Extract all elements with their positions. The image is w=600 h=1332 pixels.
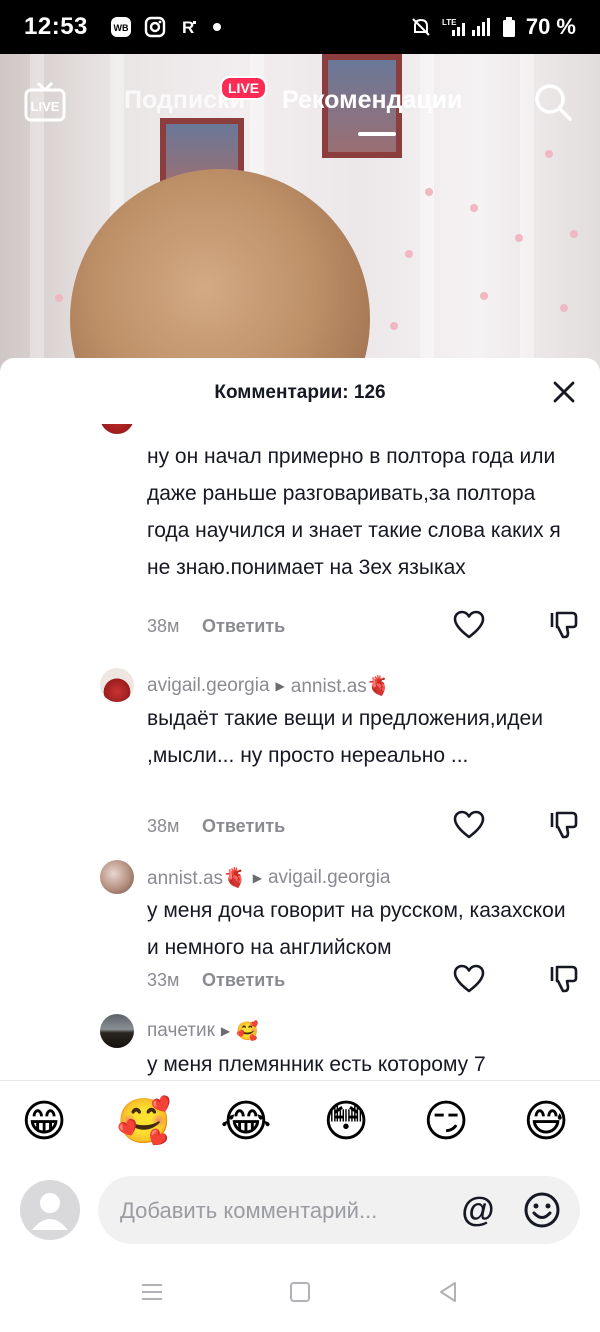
reply-to-user[interactable]: avigail.georgia bbox=[268, 867, 391, 889]
emoji-laugh-button[interactable]: 😂 bbox=[218, 1094, 274, 1150]
comment-text: у меня племянник есть которому 7 bbox=[147, 1053, 486, 1076]
divider bbox=[0, 1080, 600, 1081]
comment-author[interactable]: avigail.georgia bbox=[147, 675, 270, 697]
my-avatar[interactable] bbox=[20, 1180, 80, 1240]
reply-arrow-icon: ▶ bbox=[275, 679, 285, 693]
emoji-picker-icon[interactable] bbox=[522, 1190, 562, 1230]
comments-sheet: Комментарии: 126 ну он начал примерно в … bbox=[0, 358, 600, 1332]
comment-text: у меня доча говорит на русском, казахско… bbox=[147, 899, 566, 959]
tiktok-screen: 12:53 WB R LTE 70 % LIVE Подписки LIVE Р… bbox=[0, 0, 600, 1332]
comment-input-row: Добавить комментарий... @ bbox=[0, 1176, 600, 1248]
reply-arrow-icon: ▶ bbox=[252, 871, 262, 885]
dot-icon bbox=[212, 22, 222, 32]
emoji-flushed-button[interactable]: 😳 bbox=[318, 1094, 374, 1150]
tab-for-you[interactable]: Рекомендации bbox=[282, 86, 462, 115]
search-icon[interactable] bbox=[533, 82, 573, 122]
comment-item: пачетик ▶ 🥰 у меня племянник есть которо… bbox=[0, 1014, 600, 1080]
emoji-smirk-button[interactable]: 😏 bbox=[418, 1094, 474, 1150]
instagram-icon bbox=[144, 16, 166, 38]
comment-input[interactable]: Добавить комментарий... @ bbox=[98, 1176, 580, 1244]
dislike-icon[interactable] bbox=[548, 610, 580, 640]
dislike-icon[interactable] bbox=[548, 810, 580, 840]
reply-button[interactable]: Ответить bbox=[202, 816, 285, 837]
comment-author[interactable]: annist.as🫀 bbox=[147, 866, 247, 890]
comment-text: ну он начал примерно в полтора года или … bbox=[147, 445, 561, 579]
signal-icon: LTE bbox=[442, 16, 492, 38]
status-bar: 12:53 WB R LTE 70 % bbox=[0, 0, 600, 54]
home-icon[interactable] bbox=[286, 1278, 314, 1306]
avatar[interactable] bbox=[100, 424, 134, 434]
comments-list[interactable]: ну он начал примерно в полтора года или … bbox=[0, 424, 600, 1080]
comment-input-placeholder: Добавить комментарий... bbox=[120, 1198, 378, 1223]
comment-item: ну он начал примерно в полтора года или … bbox=[0, 424, 600, 642]
comment-meta: пачетик ▶ 🥰 bbox=[147, 1020, 259, 1042]
status-right: LTE 70 % bbox=[410, 14, 576, 40]
emoji-sweat-smile-button[interactable]: 😅 bbox=[518, 1094, 574, 1150]
reply-arrow-icon: ▶ bbox=[220, 1024, 231, 1038]
mute-icon bbox=[410, 16, 432, 38]
comment-time: 38м bbox=[147, 616, 180, 636]
emoji-grin-button[interactable]: 😁 bbox=[16, 1094, 72, 1150]
reply-button[interactable]: Ответить bbox=[202, 616, 285, 637]
dislike-icon[interactable] bbox=[548, 964, 580, 994]
battery-icon bbox=[502, 16, 516, 38]
comment-item: annist.as🫀 ▶ avigail.georgia у меня доча… bbox=[0, 860, 600, 1000]
avatar[interactable] bbox=[100, 860, 134, 894]
comment-author[interactable]: пачетик bbox=[147, 1020, 215, 1042]
comments-header: Комментарии: 126 bbox=[0, 358, 600, 424]
comment-text: выдаёт такие вещи и предложения,идеи ,мы… bbox=[147, 707, 543, 767]
heart-icon[interactable] bbox=[453, 610, 485, 640]
comment-meta: avigail.georgia ▶ annist.as🫀 bbox=[147, 674, 390, 698]
back-icon[interactable] bbox=[434, 1278, 462, 1306]
comment-meta: annist.as🫀 ▶ avigail.georgia bbox=[147, 866, 390, 890]
svg-text:R: R bbox=[182, 18, 194, 37]
avatar[interactable] bbox=[100, 1014, 134, 1048]
live-badge: LIVE bbox=[220, 76, 268, 100]
comment-time: 33м bbox=[147, 970, 180, 990]
status-time: 12:53 bbox=[24, 13, 88, 40]
emoji-love-button[interactable]: 🥰 bbox=[116, 1094, 172, 1150]
reply-button[interactable]: Ответить bbox=[202, 970, 285, 991]
status-app-icons: WB R bbox=[110, 16, 222, 38]
heart-icon[interactable] bbox=[453, 810, 485, 840]
svg-text:WB: WB bbox=[113, 23, 128, 33]
svg-text:LIVE: LIVE bbox=[31, 99, 60, 114]
top-nav: LIVE Подписки LIVE Рекомендации bbox=[0, 70, 600, 140]
comment-item: avigail.georgia ▶ annist.as🫀 выдаёт таки… bbox=[0, 668, 600, 848]
emoji-bar: 😁 🥰 😂 😳 😏 😅 bbox=[0, 1094, 600, 1164]
reply-to-user[interactable]: annist.as🫀 bbox=[291, 674, 391, 698]
comments-title: Комментарии: 126 bbox=[214, 382, 386, 403]
comment-time: 38м bbox=[147, 816, 180, 836]
mention-button[interactable]: @ bbox=[458, 1190, 498, 1230]
active-tab-indicator bbox=[358, 132, 396, 136]
live-button[interactable]: LIVE bbox=[24, 81, 66, 122]
wb-icon: WB bbox=[110, 16, 132, 38]
svg-text:LTE: LTE bbox=[442, 18, 457, 27]
reply-to-user[interactable]: 🥰 bbox=[236, 1021, 258, 1042]
r-app-icon: R bbox=[178, 16, 200, 38]
heart-icon[interactable] bbox=[453, 964, 485, 994]
recents-icon[interactable] bbox=[138, 1278, 166, 1306]
system-nav-bar bbox=[0, 1264, 600, 1332]
battery-level: 70 % bbox=[525, 14, 576, 39]
avatar[interactable] bbox=[100, 668, 134, 702]
close-icon[interactable] bbox=[550, 378, 578, 406]
